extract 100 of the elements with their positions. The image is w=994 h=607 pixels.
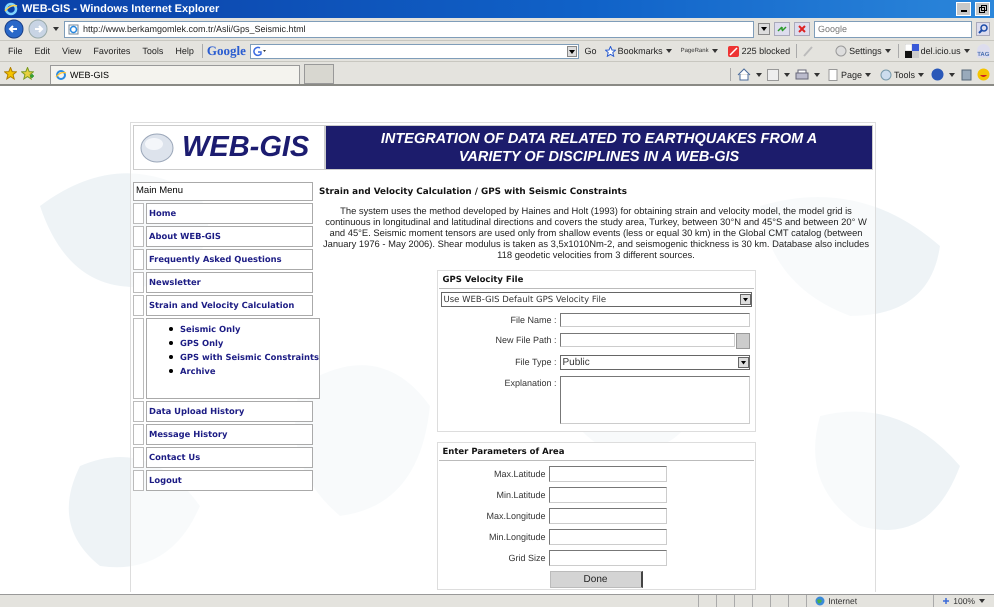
caret-icon[interactable] [754, 70, 763, 78]
caret-icon[interactable] [948, 70, 956, 78]
search-field[interactable]: Google [814, 20, 972, 38]
caret-icon [710, 47, 719, 55]
submenu-link[interactable]: Seismic Only [180, 324, 240, 334]
menu-spacer-cell [133, 470, 144, 491]
window-title: WEB-GIS - Windows Internet Explorer [22, 3, 220, 15]
google-g-icon [252, 46, 266, 56]
stop-icon[interactable] [794, 22, 810, 36]
menu-item[interactable]: Favorites [89, 46, 134, 56]
history-dropdown-icon[interactable] [52, 25, 60, 33]
smiley-icon[interactable] [977, 68, 990, 81]
delicious-icon [904, 44, 919, 58]
back-button[interactable] [4, 19, 24, 39]
submenu-link[interactable]: Archive [180, 366, 216, 376]
field-label: Max.Latitude [492, 469, 546, 479]
menu-item[interactable]: About WEB-GIS [146, 226, 313, 247]
menu-spacer-cell [133, 272, 144, 293]
menu-item[interactable]: Strain and Velocity Calculation [146, 295, 313, 316]
caret-icon [884, 47, 892, 55]
input-field[interactable] [548, 529, 666, 545]
bullet-icon [169, 327, 173, 331]
google-search-field[interactable] [250, 44, 579, 58]
menu-item[interactable]: File [4, 46, 27, 56]
address-dropdown-icon[interactable] [758, 23, 770, 35]
page-icon [68, 24, 79, 34]
home-icon[interactable] [736, 68, 751, 81]
menu-spacer-cell [133, 401, 144, 422]
file-type-dropdown[interactable]: Public [560, 355, 750, 370]
bookmarks-button[interactable]: Bookmarks [602, 46, 675, 56]
file-path-field[interactable] [560, 333, 734, 347]
caret-icon [962, 47, 971, 55]
browser-tab[interactable]: WEB-GIS [50, 65, 300, 84]
input-field[interactable] [548, 466, 666, 482]
description-paragraph: The system uses the method developed by Haines and Holt (1993) for obtaining strain and velocity model, the model grid is continuous in longitudinal and latitudinal directions and covers the study area, Turkey, between 30°N and 45°S and between 20° W and 45°E. Seismic moment tensors are used only from shallow events (less or equal 30 km) in the Global CMT catalog (between January 1976 - May 2006). Shear modulus is taken as 3,5x1010Nm-2, and seismogenic thickness is 30 km. Database also includes 118 geodetic velocities from 3 different sources. [322, 205, 870, 260]
menu-item[interactable]: Frequently Asked Questions [146, 249, 313, 270]
input-field[interactable] [548, 508, 666, 524]
bullet-icon [169, 369, 173, 373]
menu-spacer-cell [133, 226, 144, 247]
popup-blocker-button[interactable]: 225 blocked [724, 44, 792, 58]
field-label: File Name : [509, 314, 556, 325]
menu-item[interactable]: Logout [146, 470, 313, 491]
menu-item[interactable]: Help [171, 46, 198, 56]
field-label: Min.Longitude [488, 532, 546, 542]
blocked-icon [726, 44, 740, 58]
input-field[interactable] [548, 487, 666, 503]
menu-spacer-cell [133, 203, 144, 224]
input-field[interactable] [548, 550, 666, 566]
spell-check-icon[interactable] [801, 44, 816, 58]
field-label: Grid Size [507, 553, 546, 563]
submenu-link[interactable]: GPS Only [180, 338, 224, 348]
menu-item[interactable]: Tools [138, 46, 168, 56]
caret-icon[interactable] [812, 70, 821, 78]
menu-item[interactable]: Contact Us [146, 447, 313, 468]
browser-icon [4, 2, 18, 16]
command-button[interactable]: Tools [878, 68, 927, 80]
minimize-button[interactable] [956, 2, 971, 16]
field-label: Explanation : [503, 377, 556, 388]
search-icon[interactable] [976, 22, 990, 36]
address-field[interactable]: http://www.berkamgomlek.com.tr/Asli/Gps_Seismic.html [64, 20, 754, 38]
banner-title: INTEGRATION OF DATA RELATED TO EARTHQUAKES FROM A VARIETY OF DISCIPLINES IN A WEB-GIS [325, 125, 873, 170]
go-button[interactable]: Go [582, 46, 599, 56]
panel-title: Enter Parameters of Area [438, 444, 754, 461]
field-label: File Type : [514, 356, 556, 367]
menu-item[interactable]: Home [146, 203, 313, 224]
explanation-field[interactable] [560, 376, 750, 424]
menu-spacer-cell [133, 447, 144, 468]
caret-icon [864, 70, 872, 78]
caret-icon [917, 70, 925, 78]
print-icon[interactable] [794, 68, 809, 80]
menu-item[interactable]: Newsletter [146, 272, 313, 293]
source-dropdown[interactable]: Use WEB-GIS Default GPS Velocity File [440, 292, 752, 307]
globe-icon [140, 132, 174, 162]
bullet-icon [169, 355, 173, 359]
panel-title: GPS Velocity File [438, 272, 754, 289]
submenu-link[interactable]: GPS with Seismic Constraints [180, 352, 319, 362]
menu-item[interactable]: Edit [30, 46, 54, 56]
zone-label: Internet [828, 596, 858, 606]
globe-icon [815, 596, 826, 606]
caret-icon[interactable] [782, 70, 791, 78]
menu-item[interactable]: View [58, 46, 86, 56]
zoom-control[interactable]: 100% [933, 595, 994, 607]
menu-item[interactable]: Message History [146, 424, 313, 445]
maximize-button[interactable] [975, 2, 990, 16]
command-button[interactable]: Page [824, 68, 874, 80]
done-button[interactable]: Done [550, 571, 642, 588]
browser-icon [55, 69, 67, 81]
caret-icon [978, 597, 986, 605]
settings-button[interactable]: Settings [833, 45, 894, 57]
menu-spacer-cell [133, 295, 144, 316]
delicious-button[interactable]: del.icio.us [902, 44, 973, 58]
input-field[interactable] [560, 313, 750, 327]
field-label: Min.Latitude [495, 490, 546, 500]
browse-button[interactable] [736, 333, 750, 349]
add-favorite-icon[interactable] [21, 67, 34, 80]
google-logo: Google [206, 43, 246, 59]
menu-item[interactable]: Data Upload History [146, 401, 313, 422]
caret-icon [664, 47, 673, 55]
page-icon [826, 68, 839, 80]
favorites-star-icon[interactable] [4, 67, 17, 80]
